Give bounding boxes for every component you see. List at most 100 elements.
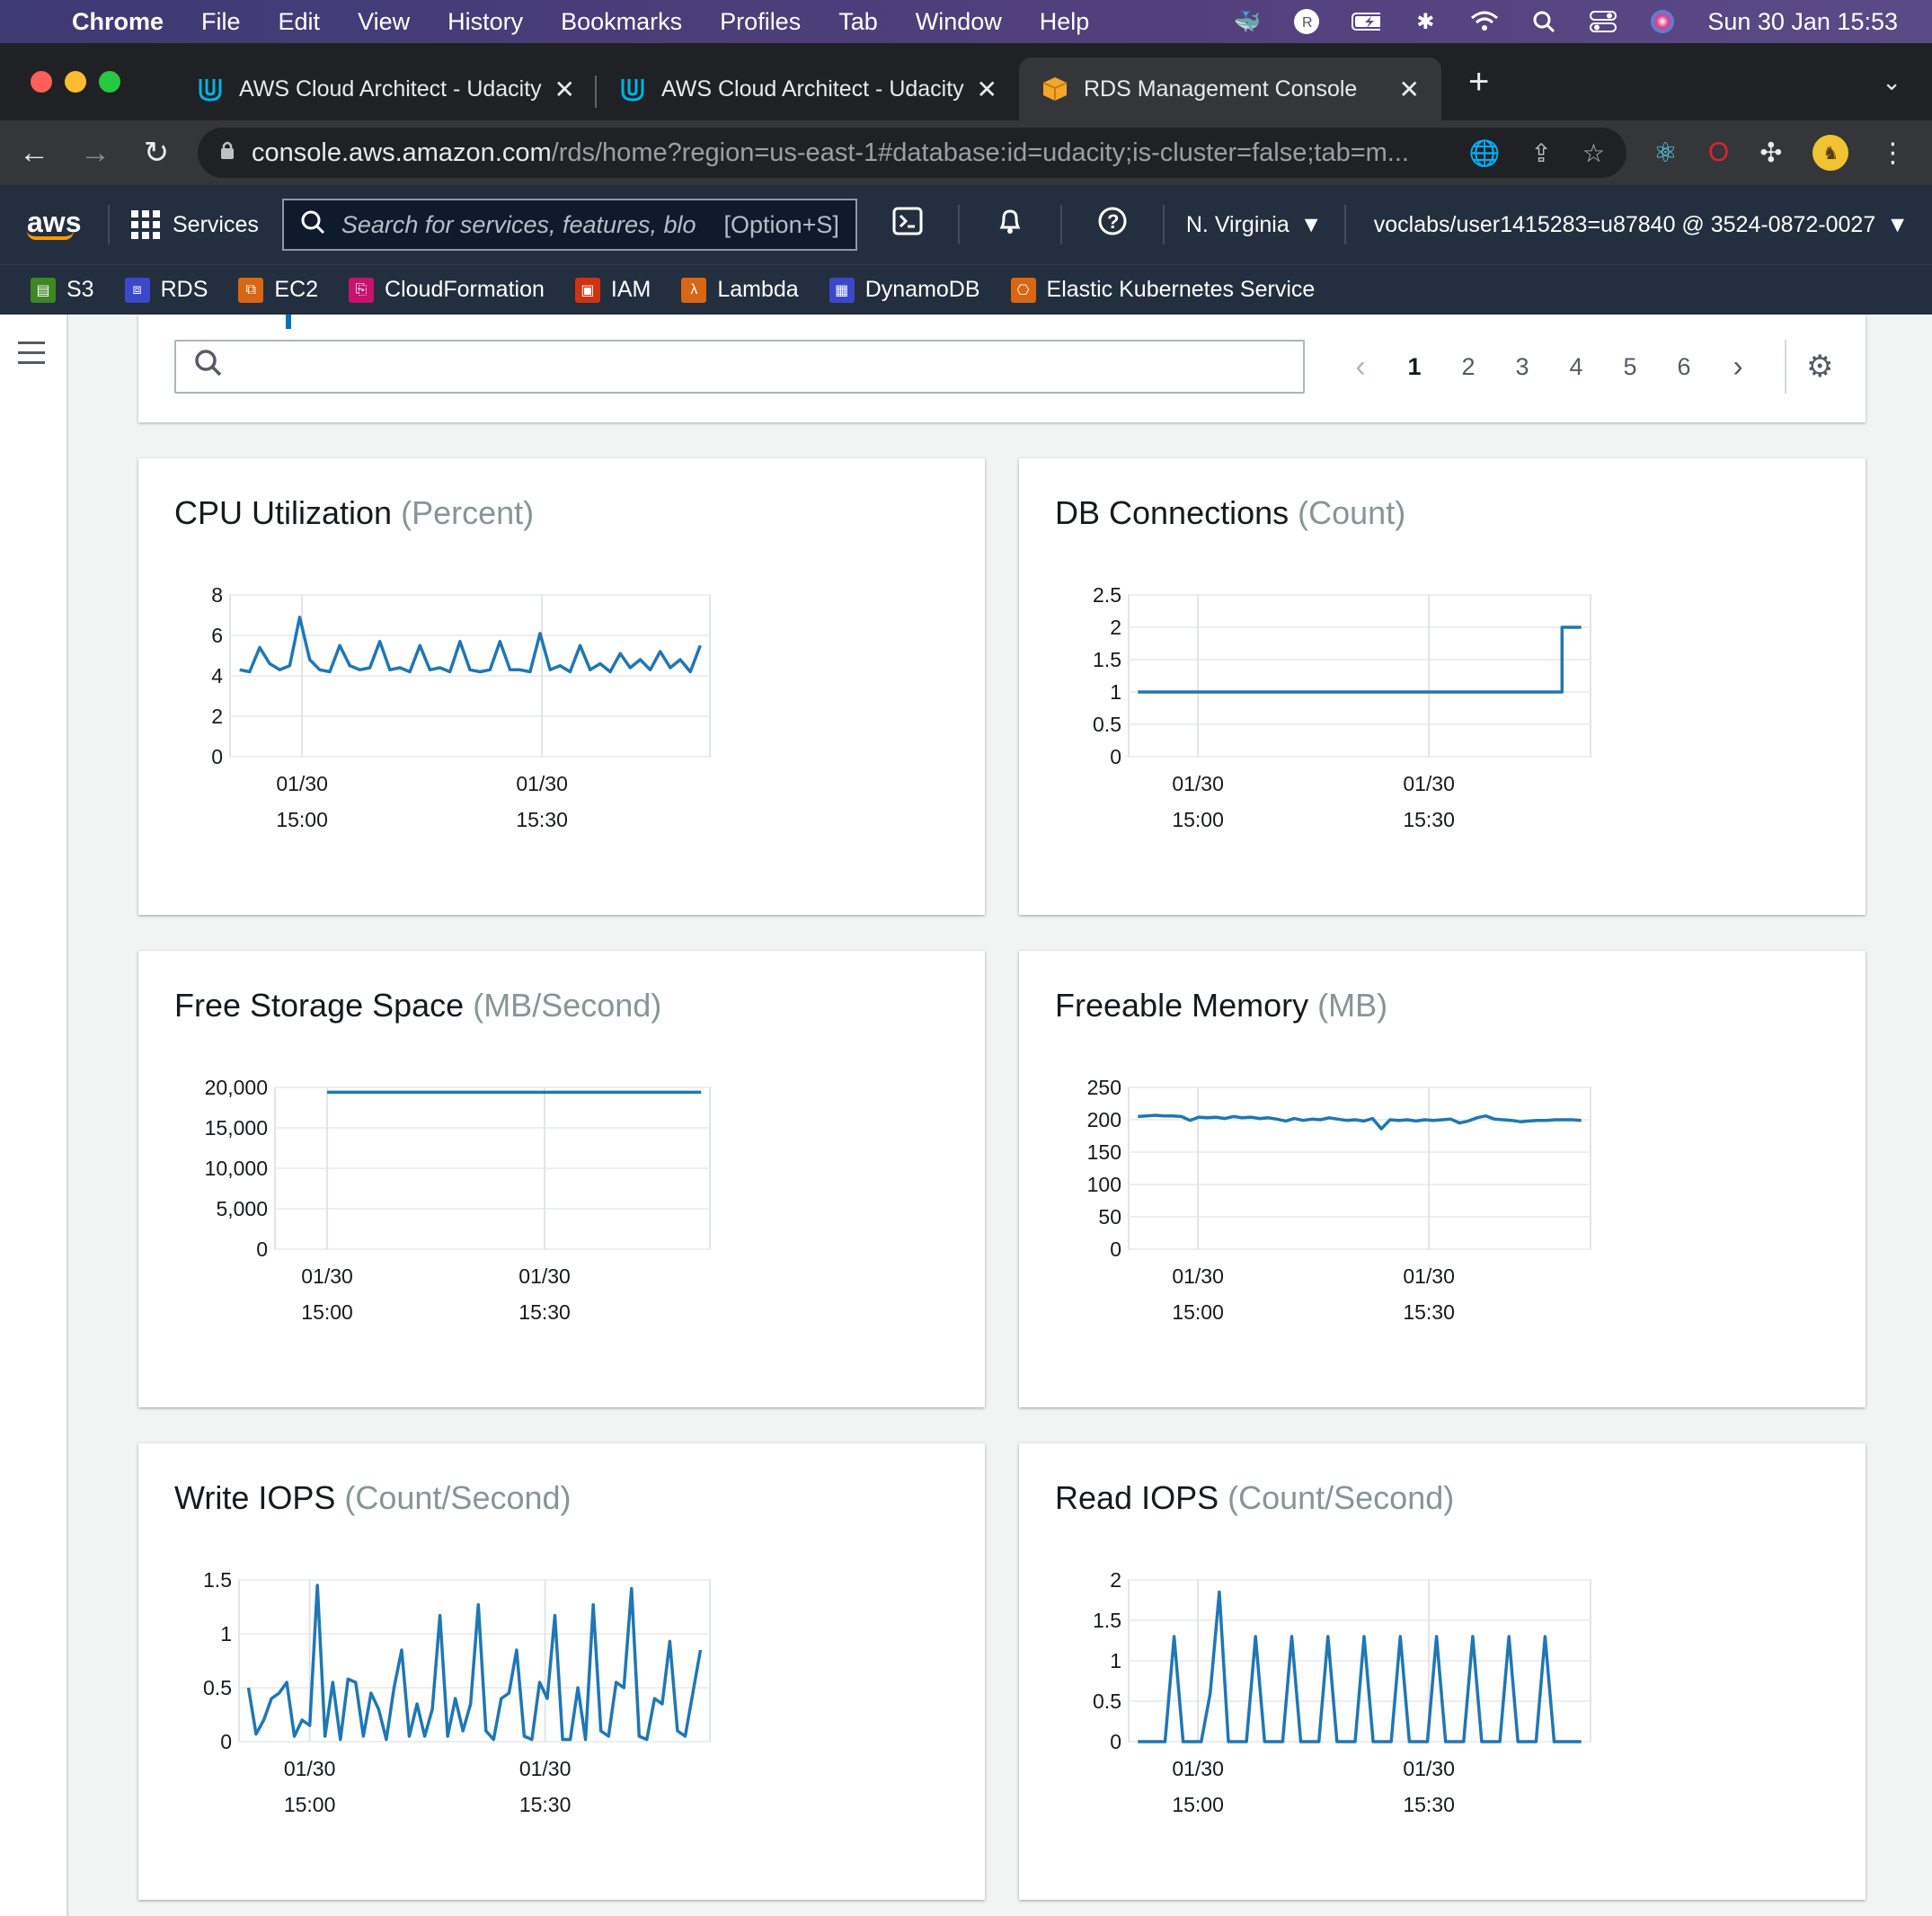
reload-button[interactable]: ↻	[129, 135, 183, 171]
page-4-button[interactable]: 4	[1549, 353, 1603, 381]
react-devtools-icon[interactable]: ⚛	[1653, 137, 1678, 169]
opera-extension-icon[interactable]: O	[1708, 137, 1729, 168]
menu-edit[interactable]: Edit	[279, 8, 321, 36]
y-tick-label: 2	[211, 705, 223, 728]
status-r-icon[interactable]: R	[1292, 9, 1321, 34]
favorite-dynamodb[interactable]: ▦ DynamoDB	[829, 277, 980, 303]
menu-window[interactable]: Window	[916, 8, 1002, 36]
tab-close-icon[interactable]: ✕	[554, 75, 575, 104]
chart-unit: (Count/Second)	[1219, 1479, 1455, 1516]
series-line	[239, 616, 702, 674]
services-menu-button[interactable]: Services	[131, 210, 259, 239]
tab-close-icon[interactable]: ✕	[1399, 75, 1420, 104]
menu-history[interactable]: History	[448, 8, 523, 36]
page-5-button[interactable]: 5	[1603, 353, 1657, 381]
elastic-kubernetes-service-icon: ⎔	[1010, 277, 1036, 303]
menu-app-name[interactable]: Chrome	[72, 8, 164, 36]
aws-logo[interactable]: aws	[27, 206, 86, 240]
x-tick-time: 15:00	[301, 1300, 353, 1324]
favorite-label: IAM	[610, 277, 651, 302]
account-menu[interactable]: voclabs/user1415283=u87840 @ 3524-0872-0…	[1374, 212, 1909, 238]
metric-chart-card: 20,000 15,000 10,000 5,000 0 01/30 15:00 01/30 1…	[138, 951, 985, 1407]
menu-help[interactable]: Help	[1040, 8, 1090, 36]
zoom-window-button[interactable]	[99, 71, 120, 93]
back-button[interactable]: ←	[7, 136, 61, 171]
chrome-menu-icon[interactable]: ⋮	[1879, 137, 1906, 169]
x-tick-date: 01/30	[1403, 772, 1455, 795]
siri-icon[interactable]	[1648, 9, 1677, 34]
new-tab-button[interactable]: +	[1468, 62, 1489, 102]
minimize-window-button[interactable]	[65, 71, 86, 93]
favorite-iam[interactable]: ▣ IAM	[574, 277, 651, 303]
window-controls	[31, 71, 174, 93]
preferences-gear-icon[interactable]: ⚙	[1806, 349, 1833, 385]
hamburger-menu-icon[interactable]	[18, 342, 45, 371]
y-tick-label: 1	[220, 1622, 232, 1645]
search-placeholder: Search for services, features, blo	[341, 210, 696, 238]
y-tick-label: 1	[1110, 1649, 1121, 1672]
spotlight-search-icon[interactable]	[1529, 9, 1558, 34]
favorite-cloudformation[interactable]: ⎘ CloudFormation	[349, 277, 545, 303]
tab-close-icon[interactable]: ✕	[977, 75, 997, 104]
favorite-ec2[interactable]: ⧉ EC2	[238, 277, 318, 303]
aws-logo-text: aws	[27, 206, 82, 238]
cloudformation-icon: ⎘	[349, 277, 375, 303]
y-tick-label: 200	[1087, 1108, 1121, 1131]
translate-icon[interactable]: 🌐	[1469, 138, 1501, 168]
profile-avatar[interactable]: ♞	[1812, 135, 1849, 171]
page-2-button[interactable]: 2	[1441, 353, 1495, 381]
udacity-icon	[618, 75, 647, 103]
menu-file[interactable]: File	[201, 8, 241, 36]
menu-bookmarks[interactable]: Bookmarks	[561, 8, 682, 36]
docker-icon[interactable]: 🐳	[1233, 9, 1262, 34]
x-tick-time: 15:30	[518, 1300, 571, 1324]
metrics-filter-panel: ‹ 1 2 3 4 5 6 › ⚙	[138, 315, 1866, 422]
wifi-icon[interactable]	[1470, 9, 1499, 34]
browser-tab-active[interactable]: RDS Management Console ✕	[1019, 58, 1441, 120]
menu-tab[interactable]: Tab	[838, 8, 878, 36]
metrics-search-input[interactable]	[174, 340, 1305, 394]
menu-profiles[interactable]: Profiles	[720, 8, 801, 36]
notifications-bell-icon[interactable]	[981, 206, 1039, 244]
browser-tab[interactable]: AWS Cloud Architect - Udacity ✕	[174, 58, 597, 120]
bluetooth-icon[interactable]: ✱	[1411, 9, 1440, 34]
aws-search-input[interactable]: Search for services, features, blo [Opti…	[281, 199, 857, 251]
help-icon[interactable]: ?	[1084, 206, 1141, 244]
rds-icon: ⧈	[124, 277, 150, 303]
favorite-label: S3	[66, 277, 94, 302]
page-1-button[interactable]: 1	[1387, 353, 1441, 381]
tab-search-chevron-icon[interactable]: ⌄	[1882, 68, 1901, 96]
browser-toolbar: ← → ↻ console.aws.amazon.com /rds/home?r…	[0, 120, 1932, 185]
battery-icon[interactable]	[1352, 9, 1381, 34]
address-bar[interactable]: console.aws.amazon.com /rds/home?region=…	[198, 128, 1626, 178]
menu-view[interactable]: View	[358, 8, 410, 36]
extensions-puzzle-icon[interactable]: ✣	[1759, 137, 1782, 169]
x-tick-time: 15:30	[1403, 1300, 1455, 1324]
page-3-button[interactable]: 3	[1495, 353, 1549, 381]
macos-menu-bar: Chrome File Edit View History Bookmarks …	[0, 0, 1932, 43]
previous-page-icon[interactable]: ‹	[1334, 350, 1387, 385]
region-selector[interactable]: N. Virginia ▼	[1186, 212, 1323, 238]
share-icon[interactable]: ⇪	[1530, 138, 1551, 168]
browser-tab[interactable]: AWS Cloud Architect - Udacity ✕	[597, 58, 1019, 120]
chart-unit: (MB)	[1308, 987, 1388, 1024]
lock-icon[interactable]	[219, 140, 235, 165]
favorite-lambda[interactable]: λ Lambda	[681, 277, 799, 303]
svg-text:R: R	[1302, 15, 1313, 31]
control-center-icon[interactable]	[1589, 9, 1617, 34]
favorite-elastic-kubernetes-service[interactable]: ⎔ Elastic Kubernetes Service	[1010, 277, 1315, 303]
bookmark-star-icon[interactable]: ☆	[1582, 138, 1605, 168]
close-window-button[interactable]	[31, 71, 52, 93]
pagination-divider	[1785, 340, 1786, 394]
y-tick-label: 0	[1110, 1730, 1121, 1753]
menubar-clock[interactable]: Sun 30 Jan 15:53	[1707, 8, 1898, 36]
favorite-s3[interactable]: ▤ S3	[31, 277, 94, 303]
y-tick-label: 10,000	[205, 1157, 268, 1180]
forward-button[interactable]: →	[68, 136, 122, 171]
page-6-button[interactable]: 6	[1657, 353, 1711, 381]
favorite-rds[interactable]: ⧈ RDS	[124, 277, 208, 303]
next-page-icon[interactable]: ›	[1711, 350, 1765, 385]
metric-chart-card: 8 6 4 2 0 01/30 15:00 01/30 15:30 CPU Utilization…	[138, 458, 985, 915]
chart-title-text: Free Storage Space	[174, 987, 465, 1024]
cloudshell-icon[interactable]	[879, 207, 936, 243]
